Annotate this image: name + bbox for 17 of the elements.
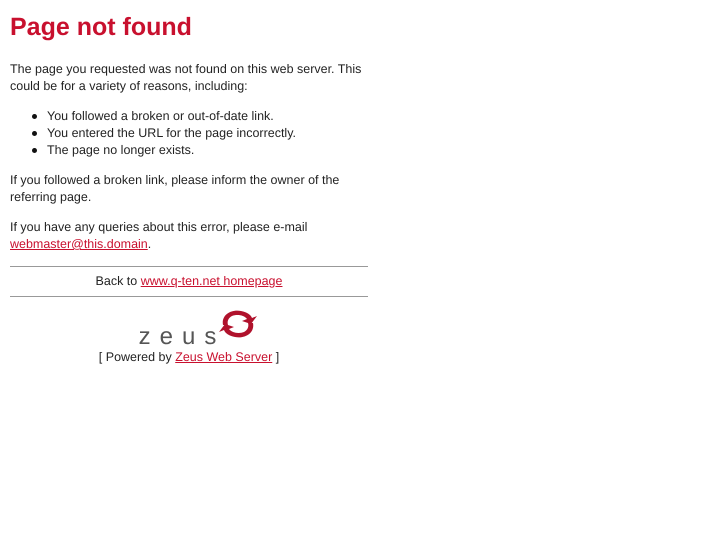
back-text: Back to www.q-ten.net homepage <box>96 274 282 288</box>
reason-text: You entered the URL for the page incorrectly. <box>47 125 296 142</box>
reason-text: You followed a broken or out-of-date link. <box>47 108 274 125</box>
page-title: Page not found <box>10 12 193 42</box>
bullet-icon <box>32 114 37 119</box>
swirl-logo-icon <box>217 309 260 339</box>
logo-wordmark: zeus <box>138 325 226 349</box>
email-link[interactable]: webmaster@this.domain <box>10 237 148 251</box>
homepage-link[interactable]: www.q-ten.net homepage <box>140 274 282 288</box>
powered-by-text: [ Powered by Zeus Web Server ] <box>98 350 280 364</box>
contact-paragraph: If you have any queries about this error, please e-mail webmaster@this.domain. <box>10 219 308 253</box>
intro-paragraph: The page you requested was not found on this web server. This could be for a variety of reasons, including: <box>10 61 362 95</box>
zeus-link[interactable]: Zeus Web Server <box>175 350 272 364</box>
bullet-icon <box>32 148 37 153</box>
broken-link-paragraph: If you followed a broken link, please inform the owner of the referring page. <box>10 172 340 206</box>
bullet-icon <box>32 131 37 136</box>
reason-text: The page no longer exists. <box>47 142 194 159</box>
